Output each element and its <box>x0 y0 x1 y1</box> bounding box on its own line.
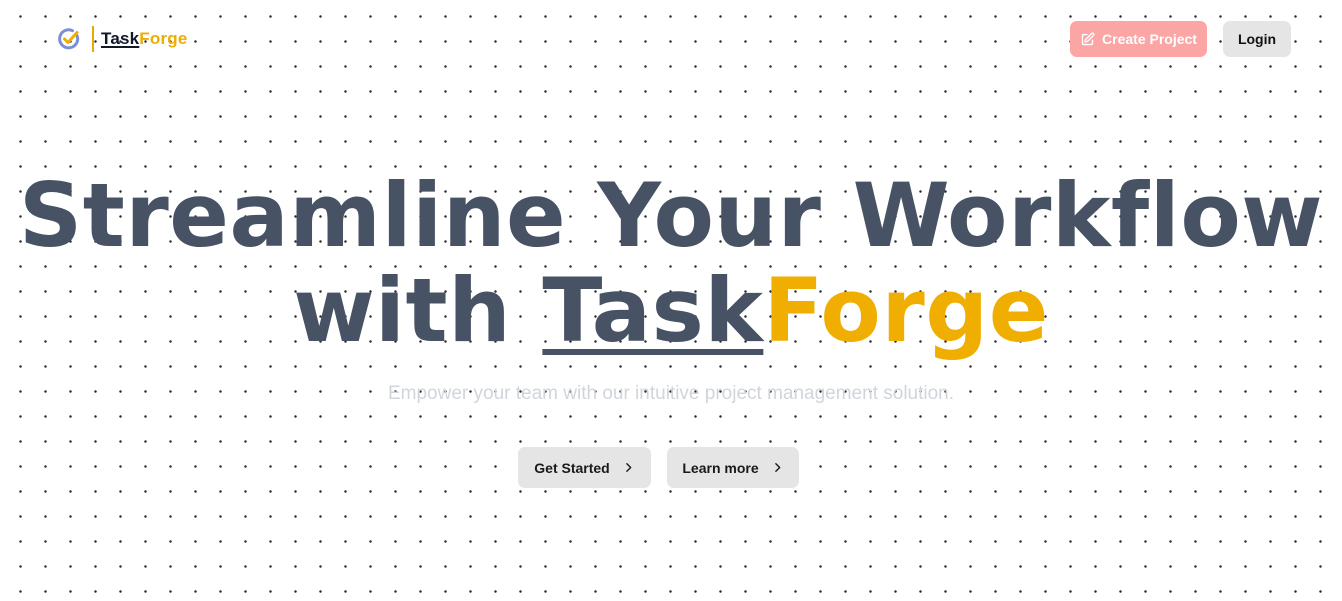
hero-title: Streamline Your Workflow with TaskForge <box>0 168 1342 358</box>
login-button[interactable]: Login <box>1223 21 1291 57</box>
hero-title-with: with <box>293 259 512 362</box>
hero-title-forge: Forge <box>763 259 1049 362</box>
create-project-button[interactable]: Create Project <box>1070 21 1207 57</box>
check-circle-icon <box>58 28 80 50</box>
learn-more-label: Learn more <box>682 459 759 476</box>
hero-title-line1: Streamline Your Workflow <box>18 164 1324 267</box>
brand-name-forge: Forge <box>139 29 188 48</box>
get-started-label: Get Started <box>534 459 610 476</box>
get-started-button[interactable]: Get Started <box>518 447 651 488</box>
chevron-right-icon <box>625 463 632 472</box>
logo-divider <box>92 26 94 52</box>
edit-square-icon <box>1081 32 1095 45</box>
create-project-label: Create Project <box>1102 31 1197 47</box>
brand-name: TaskForge <box>101 29 188 49</box>
hero-subtitle: Empower your team with our intuitive pro… <box>387 383 955 404</box>
login-label: Login <box>1237 31 1277 47</box>
hero-title-task: Task <box>542 259 764 362</box>
learn-more-button[interactable]: Learn more <box>667 447 799 488</box>
brand-name-task: Task <box>101 29 140 48</box>
brand-logo[interactable]: TaskForge <box>56 24 188 54</box>
chevron-right-icon <box>774 463 780 472</box>
